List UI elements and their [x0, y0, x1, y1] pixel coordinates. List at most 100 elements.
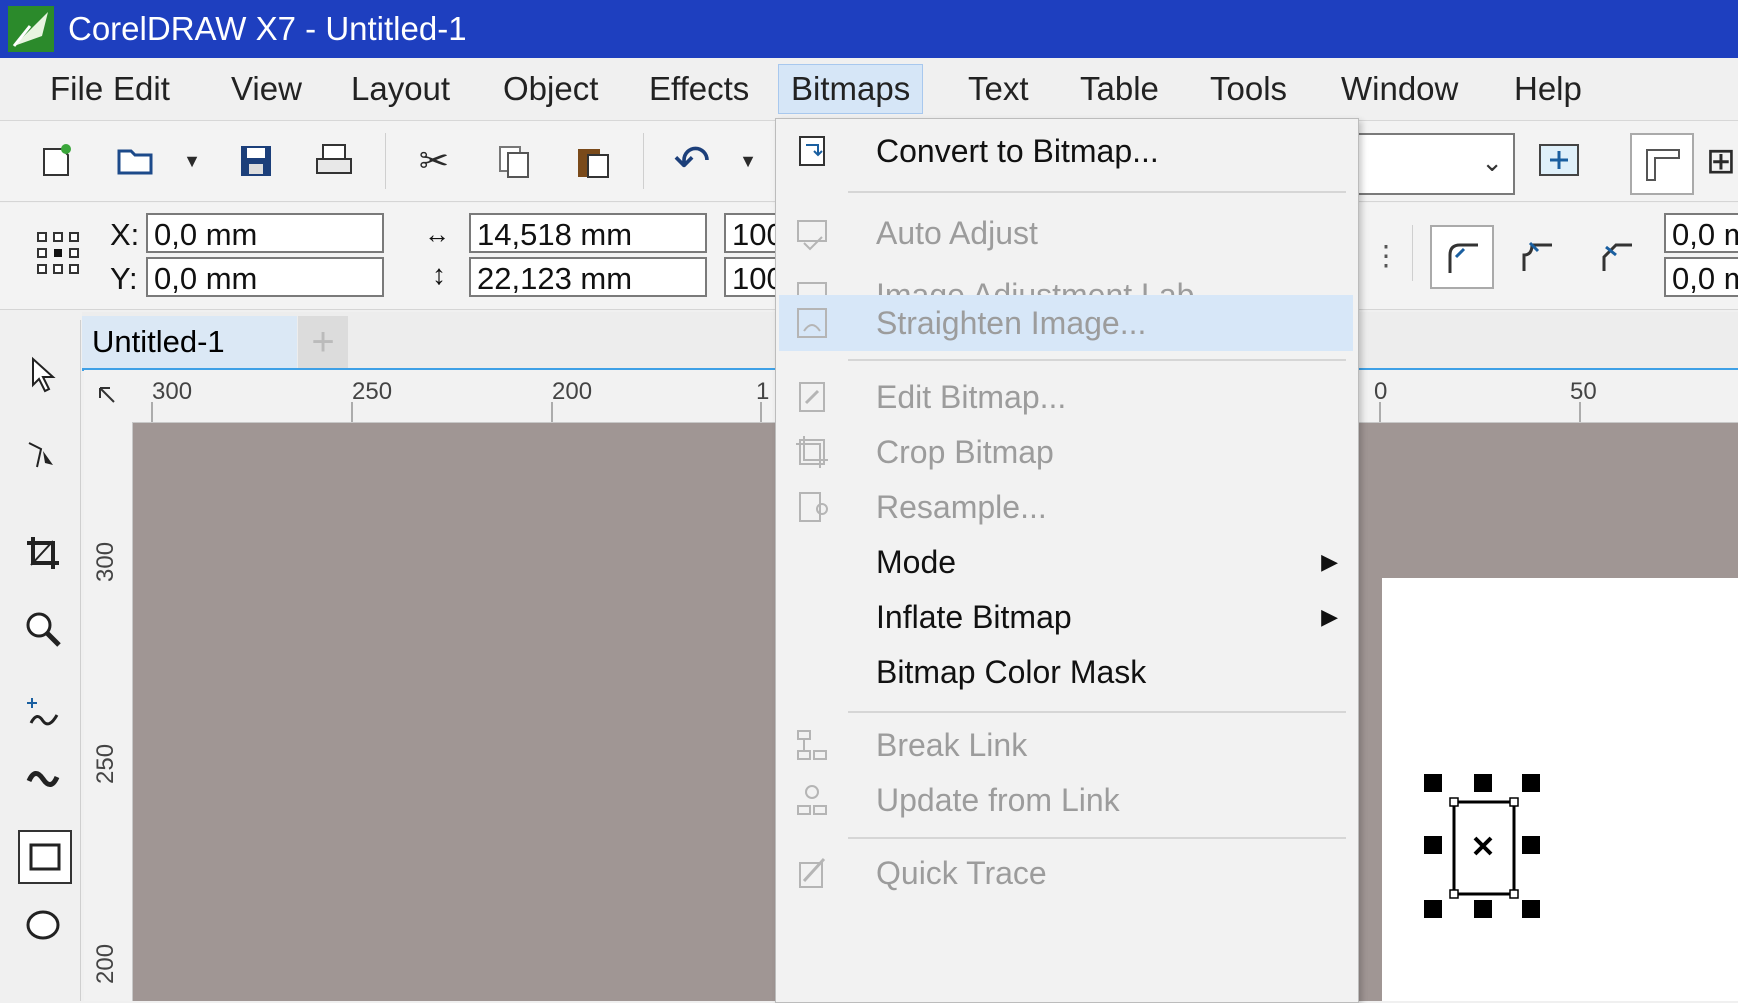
ruler-origin-icon[interactable]	[84, 370, 130, 422]
pick-tool-icon[interactable]	[18, 350, 68, 400]
coreldraw-logo-icon	[8, 6, 54, 52]
artistic-media-tool-icon[interactable]	[18, 754, 68, 804]
menu-item-update-from-link[interactable]: Update from Link	[776, 772, 1358, 828]
open-folder-icon[interactable]	[110, 135, 162, 187]
menu-item-label: Convert to Bitmap...	[876, 133, 1159, 169]
menu-item-auto-adjust[interactable]: Auto Adjust	[776, 205, 1358, 261]
crop-tool-icon[interactable]	[18, 528, 68, 578]
menu-object[interactable]: Object	[495, 68, 606, 110]
menu-item-straighten-image[interactable]: Straighten Image...	[779, 295, 1353, 351]
edit-bitmap-icon	[792, 377, 832, 417]
corner-radius-top-field[interactable]: 0,0 mm	[1664, 213, 1738, 253]
document-page[interactable]	[1382, 578, 1738, 1001]
menu-item-label: Quick Trace	[876, 855, 1047, 891]
menu-item-label: Resample...	[876, 489, 1047, 525]
menu-file[interactable]: File	[42, 68, 111, 110]
menu-item-crop-bitmap[interactable]: Crop Bitmap	[776, 424, 1358, 480]
menu-layout[interactable]: Layout	[343, 68, 458, 110]
menu-item-edit-bitmap[interactable]: Edit Bitmap...	[776, 369, 1358, 425]
corner-scallop-icon[interactable]	[1510, 229, 1562, 281]
paste-icon[interactable]	[566, 135, 618, 187]
copy-icon[interactable]	[488, 135, 540, 187]
rulers-toggle-icon[interactable]	[1630, 133, 1694, 195]
ruler-h-label: 50	[1570, 378, 1597, 405]
grid-options-icon[interactable]: ⊞	[1704, 135, 1738, 187]
menu-item-bitmap-color-mask[interactable]: Bitmap Color Mask	[776, 644, 1358, 700]
ruler-h-label: 1	[756, 378, 770, 405]
x-label: X:	[110, 217, 140, 252]
menu-effects[interactable]: Effects	[641, 68, 757, 110]
update-link-icon	[792, 780, 832, 820]
undo-icon[interactable]: ↶	[666, 135, 718, 187]
ruler-v-label: 200	[92, 943, 119, 984]
undo-dropdown-icon[interactable]: ▼	[722, 135, 774, 187]
menu-item-label: Crop Bitmap	[876, 434, 1054, 470]
menu-view[interactable]: View	[223, 68, 310, 110]
ruler-h-label: 300	[152, 378, 193, 405]
corner-round-icon[interactable]	[1430, 225, 1494, 289]
open-dropdown-icon[interactable]: ▼	[166, 135, 218, 187]
bitmaps-menu: Convert to Bitmap... Auto Adjust Image A…	[775, 118, 1359, 1003]
ruler-h-label: 200	[552, 378, 593, 405]
title-bar: CorelDRAW X7 - Untitled-1	[0, 0, 1738, 58]
tab-untitled-1[interactable]: Untitled-1	[82, 316, 297, 368]
reference-point-icon[interactable]	[32, 227, 84, 279]
zoom-level-dropdown[interactable]: ⌄	[1357, 133, 1515, 195]
menu-item-label: Bitmap Color Mask	[876, 654, 1147, 690]
width-field[interactable]: 14,518 mm	[469, 213, 707, 253]
save-icon[interactable]	[230, 135, 282, 187]
quick-trace-icon	[792, 853, 832, 893]
menu-item-break-link[interactable]: Break Link	[776, 717, 1358, 773]
rectangle-tool-icon[interactable]	[18, 830, 72, 884]
menu-edit[interactable]: Edit	[105, 68, 178, 110]
menu-window[interactable]: Window	[1333, 68, 1466, 110]
menu-bitmaps[interactable]: Bitmaps	[778, 64, 924, 114]
menu-text[interactable]: Text	[960, 68, 1037, 110]
menu-item-label: Straighten Image...	[876, 305, 1147, 341]
corner-radius-bottom-field[interactable]: 0,0 mm	[1664, 257, 1738, 297]
menu-tools[interactable]: Tools	[1202, 68, 1295, 110]
chevron-down-icon: ⌄	[1481, 147, 1503, 177]
crop-bitmap-icon	[792, 432, 832, 472]
y-position-field[interactable]: 0,0 mm	[146, 257, 384, 297]
menu-item-label: Edit Bitmap...	[876, 379, 1067, 415]
menu-item-label: Update from Link	[876, 782, 1120, 818]
menu-item-mode[interactable]: Mode ▶	[776, 534, 1358, 590]
menu-item-convert-to-bitmap[interactable]: Convert to Bitmap...	[776, 123, 1358, 179]
freehand-tool-icon[interactable]	[18, 688, 68, 738]
ellipse-tool-icon[interactable]	[18, 900, 68, 950]
add-document-tab-button[interactable]: +	[298, 316, 348, 368]
shape-tool-icon[interactable]	[18, 428, 68, 478]
ruler-v-label: 250	[92, 743, 119, 784]
menu-item-inflate-bitmap[interactable]: Inflate Bitmap ▶	[776, 589, 1358, 645]
menu-item-label: Mode	[876, 544, 957, 580]
submenu-arrow-icon: ▶	[1321, 549, 1338, 574]
print-icon[interactable]	[308, 135, 360, 187]
zoom-tool-icon[interactable]	[18, 604, 68, 654]
full-screen-preview-icon[interactable]	[1533, 135, 1585, 187]
x-position-field[interactable]: 0,0 mm	[146, 213, 384, 253]
menu-item-resample[interactable]: Resample...	[776, 479, 1358, 535]
submenu-arrow-icon: ▶	[1321, 604, 1338, 629]
resample-icon	[792, 487, 832, 527]
cut-icon[interactable]: ✂	[408, 135, 460, 187]
new-document-icon[interactable]	[30, 135, 82, 187]
menu-item-label: Inflate Bitmap	[876, 599, 1072, 635]
ruler-h-label: 0	[1374, 378, 1388, 405]
align-dots-icon[interactable]: ⋮	[1360, 229, 1412, 281]
menu-item-quick-trace[interactable]: Quick Trace	[776, 845, 1358, 901]
selected-object[interactable]	[1382, 578, 1738, 1001]
height-icon: ↕	[432, 259, 446, 290]
width-icon: ↔	[424, 219, 450, 249]
height-field[interactable]: 22,123 mm	[469, 257, 707, 297]
vertical-ruler[interactable]: 300 250 200	[84, 422, 133, 1001]
corner-chamfer-icon[interactable]	[1590, 229, 1642, 281]
straighten-image-icon	[792, 303, 832, 343]
menu-table[interactable]: Table	[1072, 68, 1167, 110]
ruler-v-label: 300	[92, 541, 119, 582]
menu-item-label: Auto Adjust	[876, 215, 1038, 251]
menu-help[interactable]: Help	[1506, 68, 1590, 110]
break-link-icon	[792, 725, 832, 765]
menu-item-label: Break Link	[876, 727, 1028, 763]
menu-bar: File Edit View Layout Object Effects Bit…	[0, 58, 1738, 121]
